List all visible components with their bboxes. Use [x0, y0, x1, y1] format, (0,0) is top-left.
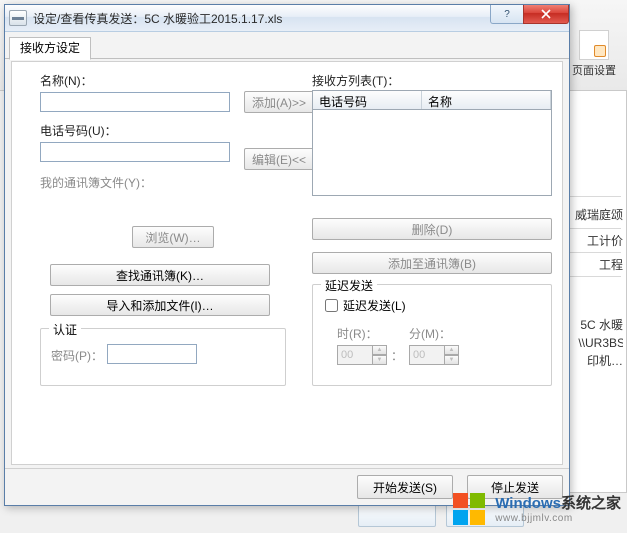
password-input[interactable] — [107, 344, 197, 364]
book-file-value — [40, 192, 300, 208]
minute-spinner[interactable]: 00 ▲▼ — [409, 345, 459, 365]
bg-text: ： 5C 水暖 — [563, 316, 623, 336]
name-label: 名称(N)： — [40, 72, 93, 89]
auth-group-caption: 认证 — [49, 321, 81, 338]
browse-button[interactable]: 浏览(W)… — [132, 226, 214, 248]
find-addressbook-button[interactable]: 查找通讯簿(K)… — [50, 264, 270, 286]
add-to-addressbook-button[interactable]: 添加至通讯簿(B) — [312, 252, 552, 274]
dialog-client-area: 名称(N)： 添加(A)>> 电话号码(U)： 编辑(E)<< 我的通讯簿文件(… — [11, 61, 563, 465]
delay-send-checkbox[interactable]: 延迟发送(L) — [325, 297, 406, 314]
start-send-button[interactable]: 开始发送(S) — [357, 475, 453, 499]
edit-button[interactable]: 编辑(E)<< — [244, 148, 314, 170]
watermark-url: www.bjjmlv.com — [495, 513, 621, 524]
left-pane: 名称(N)： 添加(A)>> 电话号码(U)： 编辑(E)<< 我的通讯簿文件(… — [22, 66, 302, 460]
delay-group-caption: 延迟发送 — [321, 277, 377, 294]
close-icon — [541, 9, 551, 19]
recipient-list-header[interactable]: 电话号码 名称 — [312, 90, 552, 110]
bg-text: ： \\UR3BS — [563, 334, 623, 354]
chevron-up-icon[interactable]: ▲ — [444, 345, 459, 355]
import-file-button[interactable]: 导入和添加文件(I)… — [50, 294, 270, 316]
phone-input[interactable] — [40, 142, 230, 162]
bg-page-setup-button[interactable]: 页面设置 — [569, 30, 619, 78]
auth-group: 认证 密码(P)： — [40, 328, 286, 386]
hour-value[interactable]: 00 — [337, 345, 373, 365]
bg-page-setup-label: 页面设置 — [569, 62, 619, 78]
col-phone[interactable]: 电话号码 — [313, 91, 422, 109]
col-name[interactable]: 名称 — [422, 91, 551, 109]
windows-logo-icon — [453, 493, 487, 527]
bg-text: 工计价 — [573, 232, 623, 252]
window-title: 设定/查看传真发送：5C 水暖验工2015.1.17.xls — [33, 10, 565, 27]
password-label: 密码(P)： — [51, 347, 103, 364]
bg-text: 威瑞庭颂 — [563, 206, 623, 226]
recipient-list[interactable] — [312, 110, 552, 196]
watermark-brand: Windows系统之家 — [495, 496, 621, 513]
add-button[interactable]: 添加(A)>> — [244, 91, 314, 113]
titlebar[interactable]: 设定/查看传真发送：5C 水暖验工2015.1.17.xls ? — [5, 5, 569, 32]
tab-recipient-settings[interactable]: 接收方设定 — [9, 37, 91, 60]
page-setup-icon — [579, 30, 609, 60]
hour-spinner[interactable]: 00 ▲▼ — [337, 345, 387, 365]
name-input[interactable] — [40, 92, 230, 112]
minute-value[interactable]: 00 — [409, 345, 445, 365]
delay-send-check-input[interactable] — [325, 299, 338, 312]
book-file-label: 我的通讯簿文件(Y)： — [40, 174, 152, 191]
delay-send-check-label: 延迟发送(L) — [343, 297, 406, 314]
recipient-list-label: 接收方列表(T)： — [312, 72, 399, 89]
fax-settings-dialog: 设定/查看传真发送：5C 水暖验工2015.1.17.xls ? 接收方设定 名… — [4, 4, 570, 506]
help-button[interactable]: ? — [490, 5, 524, 24]
watermark: Windows系统之家 www.bjjmlv.com — [453, 493, 621, 527]
delete-button[interactable]: 删除(D) — [312, 218, 552, 240]
bg-text: 印机… — [573, 352, 623, 372]
chevron-down-icon[interactable]: ▼ — [372, 355, 387, 365]
hour-label: 时(R)： — [337, 325, 378, 342]
delay-send-group: 延迟发送 延迟发送(L) 时(R)： 分(M)： 00 ▲▼ ： 00 ▲▼ — [312, 284, 552, 386]
right-pane: 接收方列表(T)： 电话号码 名称 删除(D) 添加至通讯簿(B) 延迟发送 延… — [312, 66, 552, 460]
minute-label: 分(M)： — [409, 325, 451, 342]
tab-strip: 接收方设定 — [5, 32, 569, 59]
chevron-down-icon[interactable]: ▼ — [444, 355, 459, 365]
phone-label: 电话号码(U)： — [40, 122, 117, 139]
bg-text: 工程 — [583, 256, 623, 276]
printer-icon — [9, 10, 27, 26]
chevron-up-icon[interactable]: ▲ — [372, 345, 387, 355]
close-button[interactable] — [523, 5, 569, 24]
time-colon: ： — [391, 347, 403, 364]
